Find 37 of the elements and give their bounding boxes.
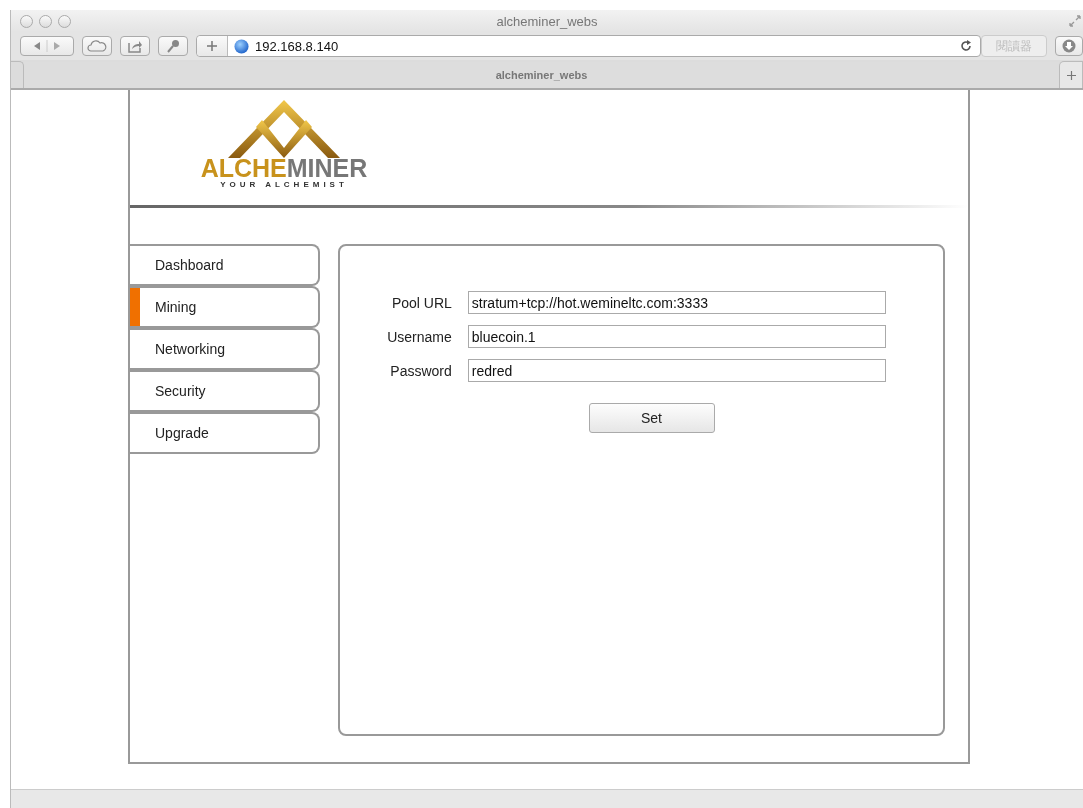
zoom-button[interactable] — [58, 14, 71, 28]
download-button[interactable] — [1055, 36, 1083, 56]
window-title: alcheminer_webs — [496, 13, 598, 29]
key-button[interactable] — [158, 36, 188, 56]
address-bar[interactable]: 192.168.8.140 — [196, 35, 981, 57]
globe-icon — [234, 38, 249, 54]
sidebar-item[interactable]: Networking — [130, 328, 320, 370]
field-label: Password — [389, 362, 452, 379]
back-forward-button[interactable] — [20, 36, 74, 56]
download-icon — [1062, 39, 1076, 53]
cloud-button[interactable] — [82, 36, 112, 56]
plus-icon — [1066, 70, 1076, 80]
share-icon — [127, 39, 143, 53]
reload-icon[interactable] — [960, 40, 972, 52]
key-icon — [166, 39, 180, 53]
input-field[interactable]: redred — [467, 359, 886, 382]
sidebar-item[interactable]: Security — [130, 370, 320, 412]
new-tab-button[interactable] — [1059, 61, 1083, 88]
input-field[interactable]: bluecoin.1 — [467, 325, 886, 348]
add-bookmark-button[interactable] — [197, 36, 228, 56]
logo-wordmark: ALCHEMINER — [200, 156, 368, 180]
field-label: Pool URL — [390, 294, 452, 311]
cloud-icon — [87, 40, 107, 52]
set-button[interactable]: Set — [588, 403, 715, 433]
sidebar-item[interactable]: Dashboard — [130, 244, 320, 286]
mountain-logo-icon — [228, 100, 340, 158]
sidebar-item[interactable]: Mining — [130, 286, 320, 328]
minimize-button[interactable] — [39, 14, 52, 28]
fullscreen-icon[interactable] — [1069, 15, 1081, 27]
input-field[interactable]: stratum+tcp://hot.wemineltc.com:3333 — [467, 291, 886, 314]
logo-tagline: YOUR ALCHEMIST — [220, 180, 348, 189]
plus-icon — [206, 40, 218, 52]
field-label: Username — [387, 328, 452, 345]
url-text: 192.168.8.140 — [255, 38, 339, 54]
close-button[interactable] — [20, 14, 33, 28]
sidebar-item[interactable]: Upgrade — [130, 412, 320, 454]
share-button[interactable] — [120, 36, 150, 56]
